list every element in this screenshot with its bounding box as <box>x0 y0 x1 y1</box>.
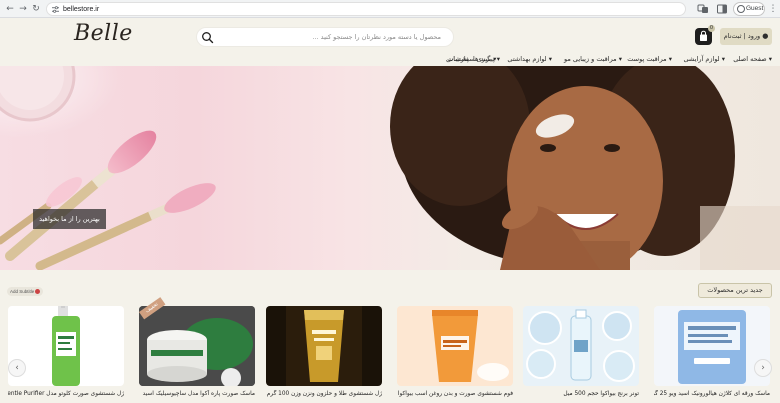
carousel-next-button[interactable]: › <box>754 359 772 377</box>
forward-icon[interactable]: → <box>17 3 29 15</box>
product-image[interactable] <box>266 306 382 386</box>
hero-banner[interactable]: بهترین را از ما بخواهید <box>0 66 780 270</box>
foam-cleanser-image <box>432 310 509 382</box>
menu-item-brands[interactable]: ▾ برند ها <box>473 53 496 65</box>
menu-label: لوازم آرایشی <box>683 55 720 63</box>
product-card[interactable]: ژل شستشوی صورت کلوتو مدل Gentle Purifier… <box>8 306 124 403</box>
side-panel-icon[interactable] <box>716 3 728 15</box>
product-card[interactable]: فوم شستشوی صورت و بدن روغن اسب بیواکوا 1… <box>397 306 513 403</box>
product-card[interactable]: ژل شستشوی طلا و حلزون ونزن وزن 100 گرم <box>266 306 382 403</box>
menu-label: صفحه اصلی <box>733 55 767 63</box>
login-button[interactable]: ● ورود | ثبت‌نام <box>720 28 772 45</box>
reload-icon[interactable]: ↻ <box>30 3 42 15</box>
product-image[interactable] <box>654 306 770 386</box>
flag-icon <box>35 289 40 294</box>
login-label: ورود | ثبت‌نام <box>723 32 761 40</box>
search-icon[interactable] <box>201 31 214 44</box>
menu-label: مراقبت و زیبایی مو <box>564 55 617 63</box>
user-icon: ● <box>762 32 769 40</box>
carousel-prev-button[interactable]: ‹ <box>8 359 26 377</box>
menu-label: مراقبت پوست <box>627 55 667 63</box>
product-name[interactable]: تونر برنج بیواکوا حجم 500 میل <box>523 390 639 398</box>
search-input[interactable]: محصول یا دسته مورد نظرتان را جستجو کنید … <box>196 27 454 47</box>
cart-count-badge: 0 <box>708 25 715 32</box>
menu-kebab-icon[interactable]: ⋮ <box>767 3 779 15</box>
product-image[interactable] <box>8 306 124 386</box>
site-info-icon[interactable] <box>52 6 59 13</box>
profile-avatar-icon <box>737 5 745 13</box>
hero-illustration <box>0 66 780 270</box>
site-header: Belle محصول یا دسته مورد نظرتان را جستجو… <box>0 18 780 66</box>
site-logo[interactable]: Belle <box>74 21 133 46</box>
profile-button[interactable]: Guest <box>733 2 765 16</box>
url-text: bellestore.ir <box>63 6 100 13</box>
menu-label: لوازم بهداشتی <box>507 55 547 63</box>
menu-item-hygiene[interactable]: ▾ لوازم بهداشتی <box>507 53 552 65</box>
model-photo <box>390 66 735 270</box>
subtitle-pill-label: Add Subtitle <box>10 289 35 294</box>
menu-label: پشتیبانی <box>446 55 469 63</box>
product-card[interactable]: تخفیف ماسک صورت پاره آکوا مدل ساچیوسیلیک… <box>139 297 255 403</box>
product-name[interactable]: فوم شستشوی صورت و بدن روغن اسب بیواکوا 1… <box>397 390 513 398</box>
menu-item-skincare[interactable]: ▾ مراقبت پوست <box>627 53 672 65</box>
section-title-newest: جدید ترین محصولات <box>698 283 772 298</box>
menu-item-makeup[interactable]: ▾ لوازم آرایشی <box>684 53 726 65</box>
menu-item-support[interactable]: پشتیبانی <box>446 53 469 65</box>
section-title-text: جدید ترین محصولات <box>707 286 763 294</box>
menu-label: برند ها <box>473 55 492 63</box>
menu-item-haircare[interactable]: ▾ مراقبت و زیبایی مو <box>564 53 622 65</box>
gold-gel-image <box>286 306 362 386</box>
address-bar[interactable]: bellestore.ir <box>46 2 686 16</box>
product-name[interactable]: ماسک صورت پاره آکوا مدل ساچیوسیلیک اسید <box>139 390 255 398</box>
main-menu: ▾ صفحه اصلی ▾ لوازم آرایشی ▾ مراقبت پوست… <box>0 53 780 65</box>
product-card[interactable]: ماسک ورقه ای کلاژن هیالورونیک اسید ویو 2… <box>654 306 770 403</box>
product-image[interactable] <box>139 306 255 386</box>
product-name[interactable]: ژل شستشوی صورت کلوتو مدل Gentle Purifier… <box>8 390 124 398</box>
product-name[interactable]: ماسک ورقه ای کلاژن هیالورونیک اسید ویو 2… <box>654 390 770 398</box>
product-name[interactable]: ژل شستشوی طلا و حلزون ونزن وزن 100 گرم <box>266 390 382 398</box>
translate-icon[interactable] <box>697 3 709 15</box>
search-placeholder: محصول یا دسته مورد نظرتان را جستجو کنید … <box>312 33 441 41</box>
cleanser-bottle-image <box>52 306 80 386</box>
banner-caption[interactable]: بهترین را از ما بخواهید <box>33 209 106 229</box>
product-image[interactable] <box>397 306 513 386</box>
subtitle-pill[interactable]: Add Subtitle <box>7 287 43 296</box>
menu-item-home[interactable]: ▾ صفحه اصلی <box>733 53 772 65</box>
product-image[interactable] <box>523 306 639 386</box>
product-card[interactable]: تونر برنج بیواکوا حجم 500 میل <box>523 306 639 403</box>
face-mask-jar-image <box>139 306 255 386</box>
browser-toolbar: ← → ↻ bellestore.ir Guest ⋮ <box>0 0 780 18</box>
back-icon[interactable]: ← <box>4 3 16 15</box>
sheet-mask-image <box>678 310 746 384</box>
profile-label: Guest <box>746 5 764 12</box>
toner-image <box>526 309 635 382</box>
